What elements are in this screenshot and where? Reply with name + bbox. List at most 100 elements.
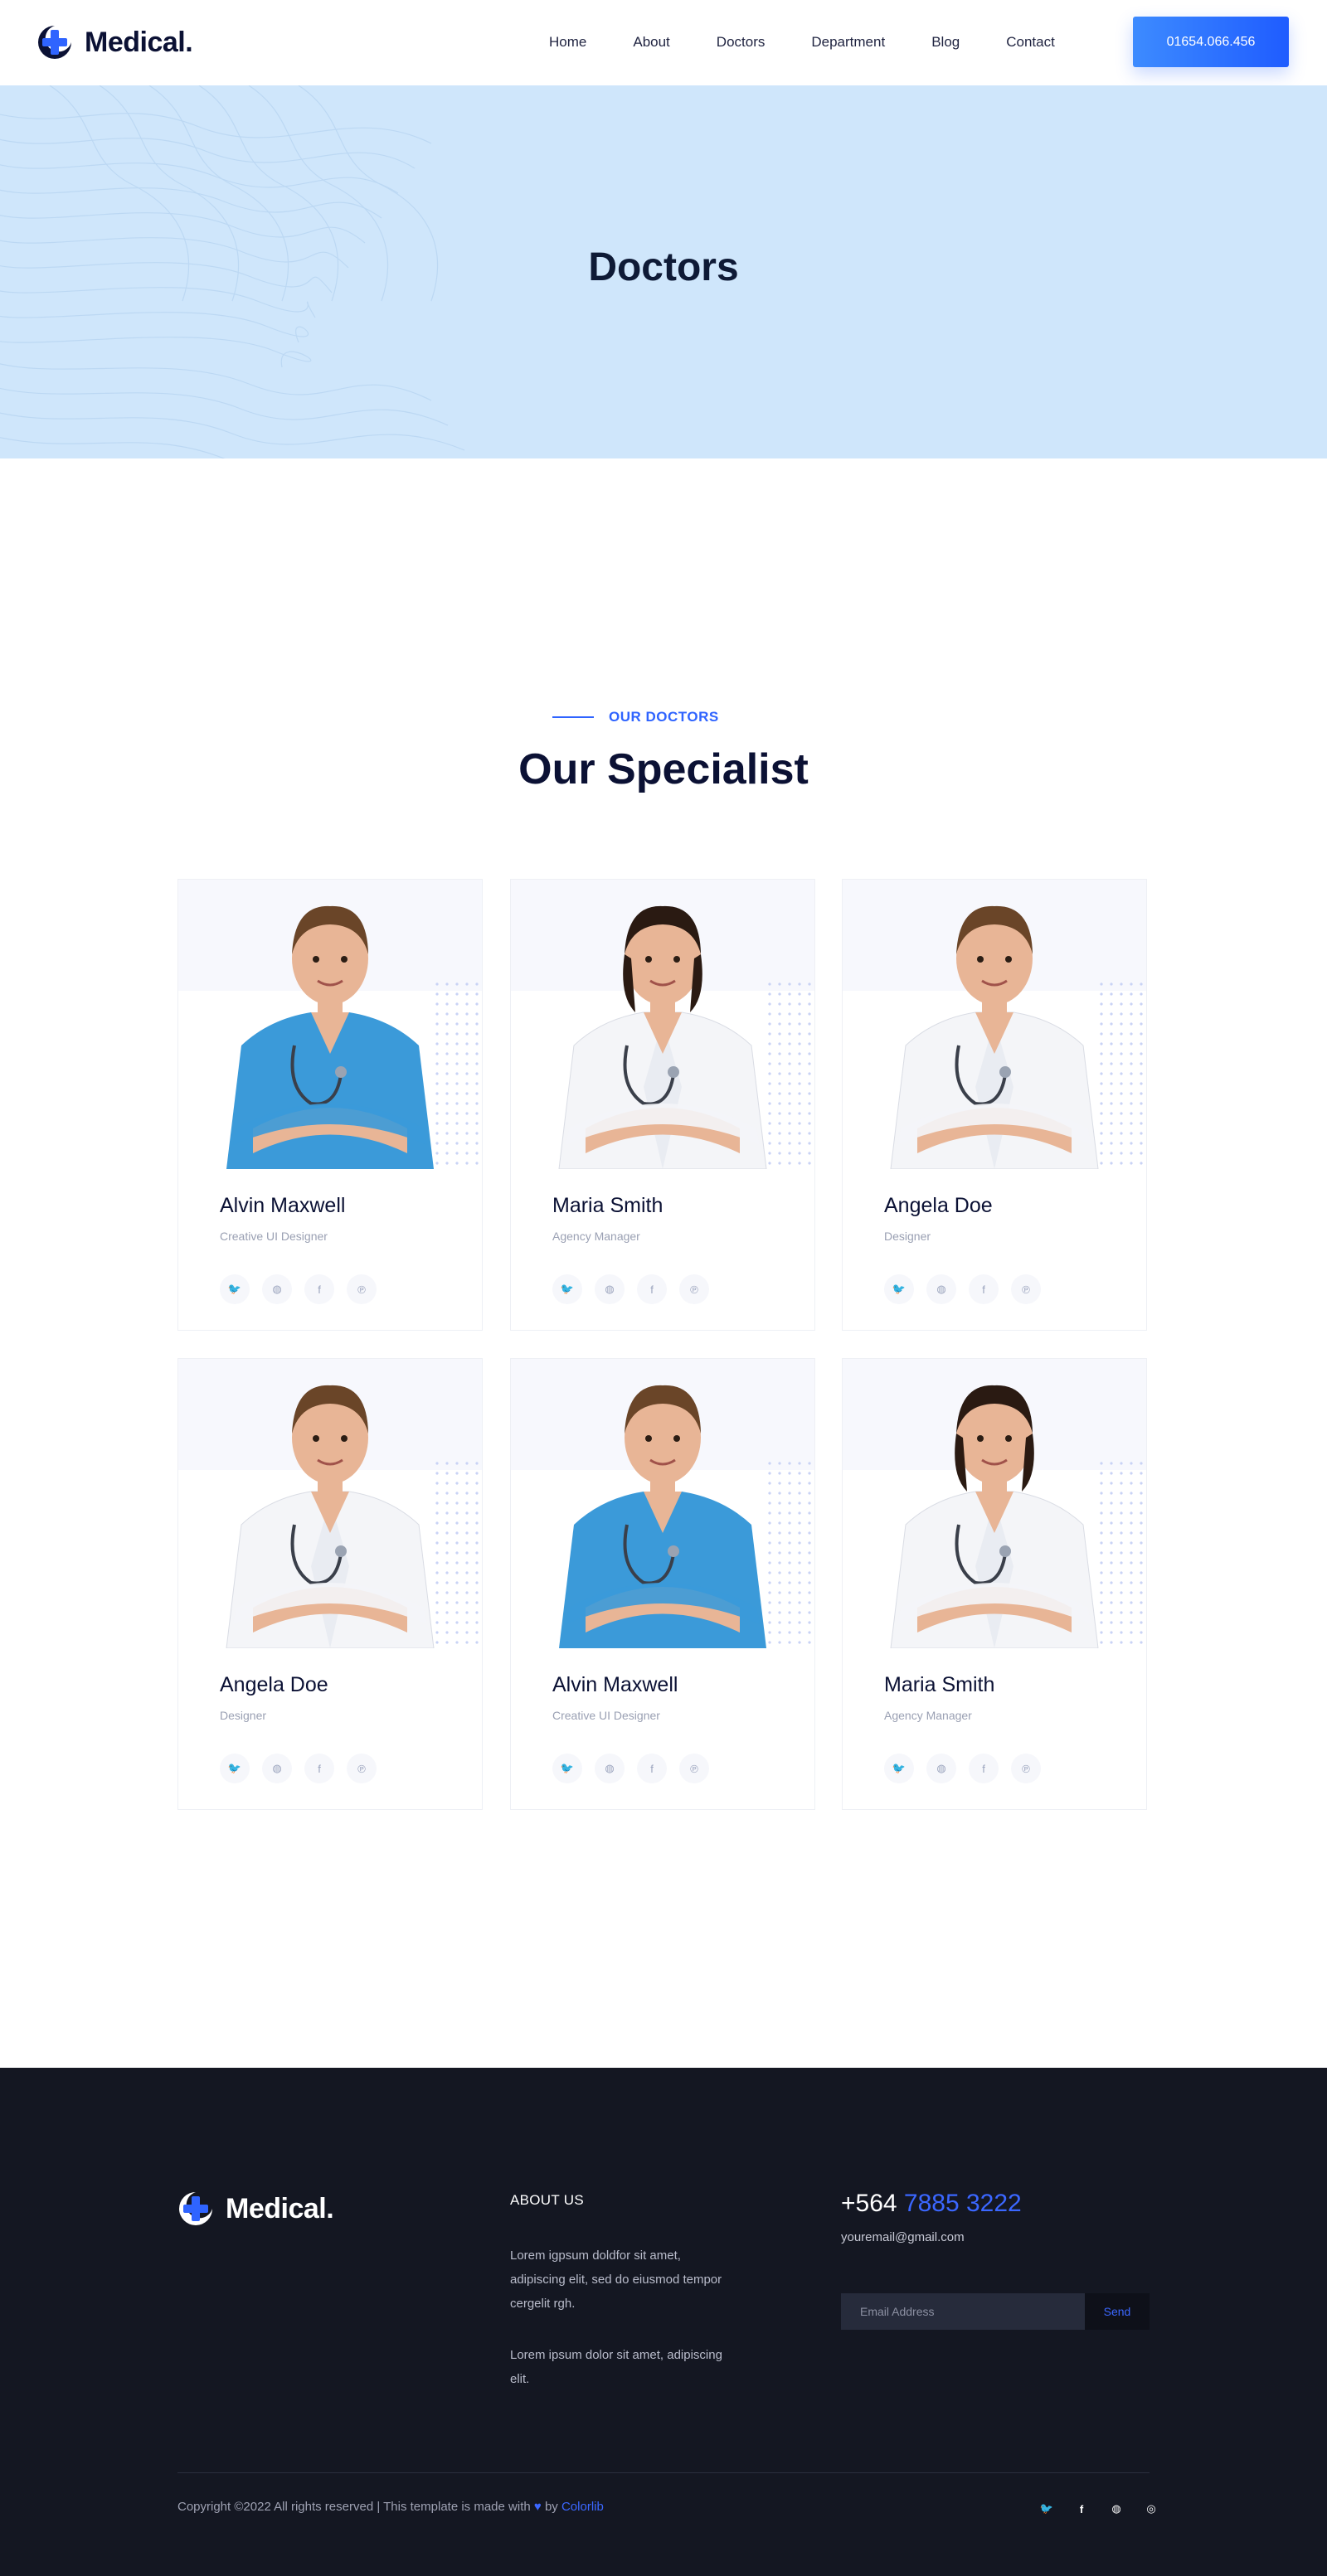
facebook-icon[interactable]: f — [969, 1274, 999, 1304]
doctor-role: Designer — [884, 1230, 931, 1243]
dribbble-icon[interactable]: ◍ — [595, 1274, 625, 1304]
doctor-card[interactable]: Angela Doe Designer 🐦 ◍ f ℗ — [842, 879, 1147, 1331]
doctor-name[interactable]: Angela Doe — [884, 1194, 1146, 1218]
doctor-name[interactable]: Alvin Maxwell — [220, 1194, 482, 1218]
twitter-icon[interactable]: 🐦 — [884, 1754, 914, 1783]
send-button[interactable]: Send — [1085, 2293, 1150, 2330]
logo-text: Medical. — [85, 26, 193, 58]
instagram-icon[interactable]: ◎ — [1143, 2501, 1159, 2517]
doctor-socials: 🐦 ◍ f ℗ — [884, 1754, 1146, 1783]
main-nav: Home About Doctors Department Blog Conta… — [549, 32, 1055, 53]
doctor-socials: 🐦 ◍ f ℗ — [552, 1274, 814, 1304]
doctor-name[interactable]: Maria Smith — [552, 1194, 814, 1218]
footer-about-text-2: Lorem ipsum dolor sit amet, adipiscing e… — [510, 2348, 722, 2386]
dribbble-icon[interactable]: ◍ — [926, 1754, 956, 1783]
doctor-card[interactable]: Maria Smith Agency Manager 🐦 ◍ f ℗ — [510, 879, 815, 1331]
site-footer: Medical. ABOUT US Lorem igpsum doldfor s… — [0, 2068, 1327, 2576]
nav-about[interactable]: About — [633, 32, 669, 53]
pinterest-icon[interactable]: ℗ — [347, 1274, 377, 1304]
pinterest-icon[interactable]: ℗ — [1011, 1274, 1041, 1304]
doctor-photo — [843, 1359, 1146, 1648]
doctor-info: Alvin Maxwell Creative UI Designer 🐦 ◍ f ℗ — [511, 1648, 814, 1809]
heart-icon: ♥ — [533, 2500, 542, 2514]
doctor-info: Maria Smith Agency Manager 🐦 ◍ f ℗ — [843, 1648, 1146, 1809]
dribbble-icon[interactable]: ◍ — [262, 1754, 292, 1783]
footer-about-heading: ABOUT US — [510, 2192, 584, 2208]
doctor-socials: 🐦 ◍ f ℗ — [220, 1274, 482, 1304]
dribbble-icon[interactable]: ◍ — [262, 1274, 292, 1304]
doctor-photo — [511, 880, 814, 1169]
footer-phone-prefix: +564 — [841, 2190, 897, 2217]
footer-phone[interactable]: +564 7885 3222 — [841, 2190, 1022, 2218]
facebook-icon[interactable]: f — [304, 1274, 334, 1304]
footer-phone-number: 7885 3222 — [903, 2190, 1022, 2217]
twitter-icon[interactable]: 🐦 — [884, 1274, 914, 1304]
doctor-info: Alvin Maxwell Creative UI Designer 🐦 ◍ f ℗ — [178, 1169, 482, 1330]
section-title: Our Specialist — [518, 745, 809, 793]
section-eyebrow: OUR DOCTORS — [552, 709, 719, 725]
eyebrow-line — [552, 716, 594, 718]
nav-blog[interactable]: Blog — [931, 32, 960, 53]
medical-cross-icon — [177, 2190, 214, 2227]
pinterest-icon[interactable]: ℗ — [679, 1754, 709, 1783]
eyebrow-text: OUR DOCTORS — [609, 709, 719, 725]
doctor-info: Angela Doe Designer 🐦 ◍ f ℗ — [843, 1169, 1146, 1330]
footer-social: 🐦 f ◍ ◎ — [1038, 2501, 1178, 2517]
logo[interactable]: Medical. — [36, 22, 193, 62]
doctor-name[interactable]: Alvin Maxwell — [552, 1673, 814, 1697]
footer-logo-text: Medical. — [226, 2192, 334, 2224]
doctor-photo — [178, 1359, 482, 1648]
site-header: Medical. Home About Doctors Department B… — [0, 0, 1327, 85]
dribbble-icon[interactable]: ◍ — [595, 1754, 625, 1783]
doctor-socials: 🐦 ◍ f ℗ — [884, 1274, 1146, 1304]
doctor-card[interactable]: Maria Smith Agency Manager 🐦 ◍ f ℗ — [842, 1358, 1147, 1810]
doctor-role: Agency Manager — [884, 1709, 972, 1722]
copyright-text: Copyright ©2022 All rights reserved | Th… — [177, 2500, 531, 2514]
doctor-role: Agency Manager — [552, 1230, 640, 1243]
doctor-photo — [843, 880, 1146, 1169]
footer-divider — [177, 2472, 1150, 2473]
nav-doctors[interactable]: Doctors — [717, 32, 766, 53]
nav-contact[interactable]: Contact — [1006, 32, 1055, 53]
dribbble-icon[interactable]: ◍ — [926, 1274, 956, 1304]
pinterest-icon[interactable]: ℗ — [1011, 1754, 1041, 1783]
doctor-role: Designer — [220, 1709, 267, 1722]
footer-email[interactable]: youremail@gmail.com — [841, 2230, 965, 2244]
doctor-name[interactable]: Angela Doe — [220, 1673, 482, 1697]
copyright-by: by — [544, 2500, 558, 2514]
nav-home[interactable]: Home — [549, 32, 586, 53]
doctor-info: Maria Smith Agency Manager 🐦 ◍ f ℗ — [511, 1169, 814, 1330]
footer-about-text-1: Lorem igpsum doldfor sit amet, adipiscin… — [510, 2249, 722, 2311]
doctor-card[interactable]: Alvin Maxwell Creative UI Designer 🐦 ◍ f ℗ — [510, 1358, 815, 1810]
doctor-card[interactable]: Alvin Maxwell Creative UI Designer 🐦 ◍ f ℗ — [177, 879, 483, 1331]
dribbble-icon[interactable]: ◍ — [1108, 2501, 1125, 2517]
facebook-icon[interactable]: f — [637, 1754, 667, 1783]
doctor-name[interactable]: Maria Smith — [884, 1673, 1146, 1697]
doctor-role: Creative UI Designer — [552, 1709, 660, 1722]
twitter-icon[interactable]: 🐦 — [220, 1274, 250, 1304]
facebook-icon[interactable]: f — [304, 1754, 334, 1783]
colorlib-link[interactable]: Colorlib — [561, 2500, 604, 2514]
twitter-icon[interactable]: 🐦 — [552, 1274, 582, 1304]
medical-cross-icon — [36, 24, 73, 61]
doctor-card[interactable]: Angela Doe Designer 🐦 ◍ f ℗ — [177, 1358, 483, 1810]
doctor-role: Creative UI Designer — [220, 1230, 328, 1243]
page-hero: Doctors — [0, 85, 1327, 458]
footer-logo[interactable]: Medical. — [177, 2190, 334, 2227]
nav-department[interactable]: Department — [811, 32, 885, 53]
doctor-photo — [511, 1359, 814, 1648]
pinterest-icon[interactable]: ℗ — [679, 1274, 709, 1304]
pinterest-icon[interactable]: ℗ — [347, 1754, 377, 1783]
email-input[interactable]: Email Address — [841, 2293, 1085, 2330]
twitter-icon[interactable]: 🐦 — [220, 1754, 250, 1783]
page-title: Doctors — [588, 245, 739, 289]
phone-button[interactable]: 01654.066.456 — [1133, 17, 1289, 67]
facebook-icon[interactable]: f — [969, 1754, 999, 1783]
doctor-info: Angela Doe Designer 🐦 ◍ f ℗ — [178, 1648, 482, 1809]
doctor-socials: 🐦 ◍ f ℗ — [220, 1754, 482, 1783]
facebook-icon[interactable]: f — [1073, 2501, 1090, 2517]
twitter-icon[interactable]: 🐦 — [1038, 2501, 1055, 2517]
twitter-icon[interactable]: 🐦 — [552, 1754, 582, 1783]
facebook-icon[interactable]: f — [637, 1274, 667, 1304]
copyright: Copyright ©2022 All rights reserved | Th… — [177, 2500, 604, 2514]
